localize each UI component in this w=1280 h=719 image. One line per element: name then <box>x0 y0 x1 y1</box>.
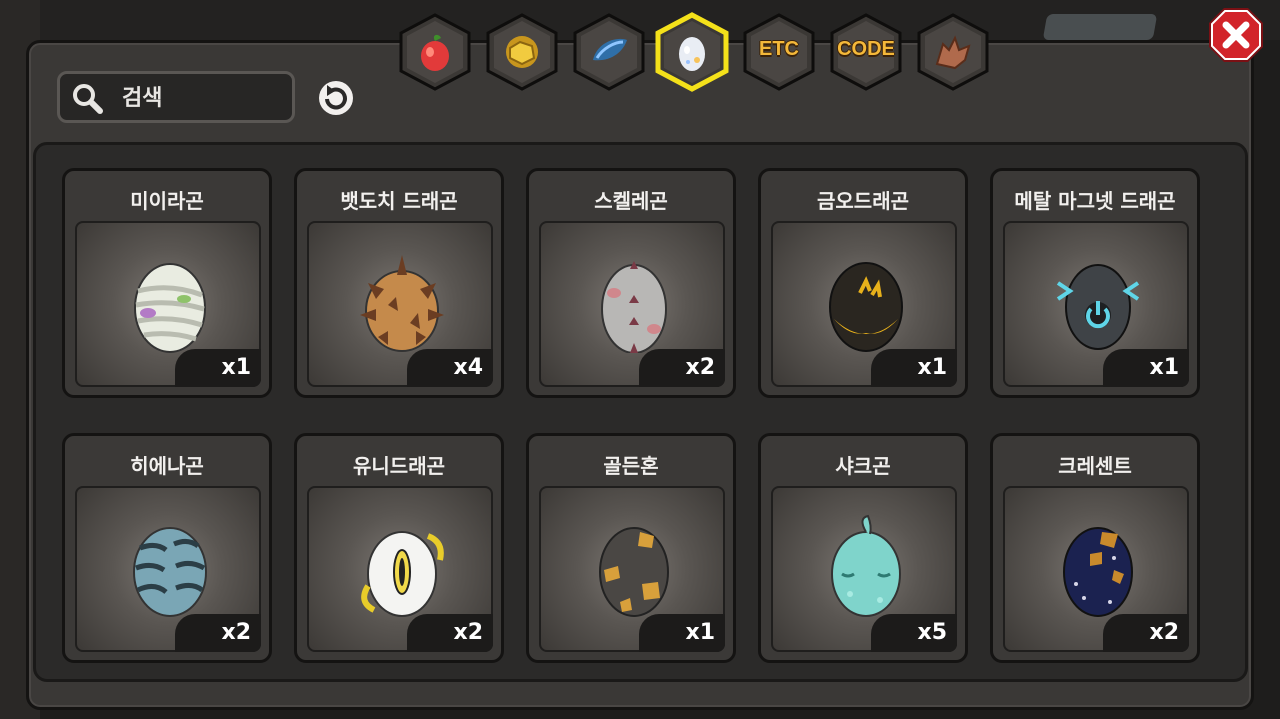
etc-icon: ETC <box>759 38 799 60</box>
close-button[interactable] <box>1206 5 1266 67</box>
item-count: x2 <box>1103 614 1189 652</box>
fish-icon <box>593 38 627 61</box>
tab-fruit[interactable] <box>397 12 473 92</box>
item-card[interactable]: 히에나곤 x2 <box>62 433 272 663</box>
item-image-frame: x4 <box>307 221 493 387</box>
egg-icon <box>679 37 705 71</box>
search-input[interactable] <box>120 74 294 122</box>
item-count: x2 <box>175 614 261 652</box>
item-image-frame: x1 <box>1003 221 1189 387</box>
tab-gold-ore[interactable] <box>484 12 560 92</box>
item-card[interactable]: 크레센트 x2 <box>990 433 1200 663</box>
golden-crow-egg-icon <box>829 262 903 352</box>
mummy-egg-icon <box>134 263 206 353</box>
item-count: x1 <box>175 349 261 387</box>
tab-etc[interactable]: ETC <box>741 12 817 92</box>
shark-egg-icon <box>831 514 901 617</box>
refresh-icon[interactable] <box>316 79 356 117</box>
item-image-frame: x2 <box>307 486 493 652</box>
item-count: x5 <box>871 614 957 652</box>
item-card[interactable]: 유니드래곤 x2 <box>294 433 504 663</box>
metal-magnet-egg-icon <box>1056 264 1140 350</box>
uni-egg-icon <box>361 531 444 617</box>
item-image-frame: x2 <box>539 221 725 387</box>
item-name: 샤크곤 <box>835 454 891 478</box>
tab-egg[interactable] <box>654 12 730 92</box>
background-decoration <box>1042 14 1158 40</box>
item-count: x1 <box>871 349 957 387</box>
item-count: x2 <box>407 614 493 652</box>
crescent-egg-icon <box>1063 527 1133 617</box>
tab-fish[interactable] <box>571 12 647 92</box>
item-count: x1 <box>1103 349 1189 387</box>
item-count: x2 <box>639 349 725 387</box>
item-name: 크레센트 <box>1058 454 1132 478</box>
gold-ore-icon <box>506 36 538 68</box>
item-card[interactable]: 메탈 마그넷 드래곤 x1 <box>990 168 1200 398</box>
item-image-frame: x2 <box>1003 486 1189 652</box>
item-card[interactable]: 스켈레곤 x2 <box>526 168 736 398</box>
item-count: x1 <box>639 614 725 652</box>
item-name: 유니드래곤 <box>353 454 445 478</box>
item-image-frame: x1 <box>75 221 261 387</box>
fruit-icon <box>421 34 449 71</box>
item-name: 뱃도치 드래곤 <box>340 189 458 213</box>
tab-dragon-head[interactable] <box>915 12 991 92</box>
search-box[interactable] <box>57 71 295 123</box>
item-count: x4 <box>407 349 493 387</box>
tab-code[interactable]: CODE <box>828 12 904 92</box>
item-name: 골든혼 <box>603 454 659 478</box>
item-card[interactable]: 샤크곤 x5 <box>758 433 968 663</box>
hyena-egg-icon <box>133 527 207 617</box>
item-image-frame: x5 <box>771 486 957 652</box>
item-name: 스켈레곤 <box>594 189 668 213</box>
spiky-egg-icon <box>360 255 444 352</box>
item-name: 미이라곤 <box>130 189 204 213</box>
item-card[interactable]: 뱃도치 드래곤 x4 <box>294 168 504 398</box>
item-name: 히에나곤 <box>130 454 204 478</box>
item-image-frame: x1 <box>539 486 725 652</box>
golden-horn-egg-icon <box>599 527 669 617</box>
item-card[interactable]: 금오드래곤 x1 <box>758 168 968 398</box>
item-card[interactable]: 미이라곤 x1 <box>62 168 272 398</box>
dragon-head-icon <box>935 35 971 70</box>
item-card[interactable]: 골든혼 x1 <box>526 433 736 663</box>
item-name: 메탈 마그넷 드래곤 <box>1014 189 1176 213</box>
item-name: 금오드래곤 <box>817 189 909 213</box>
item-image-frame: x1 <box>771 221 957 387</box>
code-icon: CODE <box>837 38 895 60</box>
item-image-frame: x2 <box>75 486 261 652</box>
search-icon <box>73 84 103 114</box>
skeleton-egg-icon <box>601 261 667 353</box>
